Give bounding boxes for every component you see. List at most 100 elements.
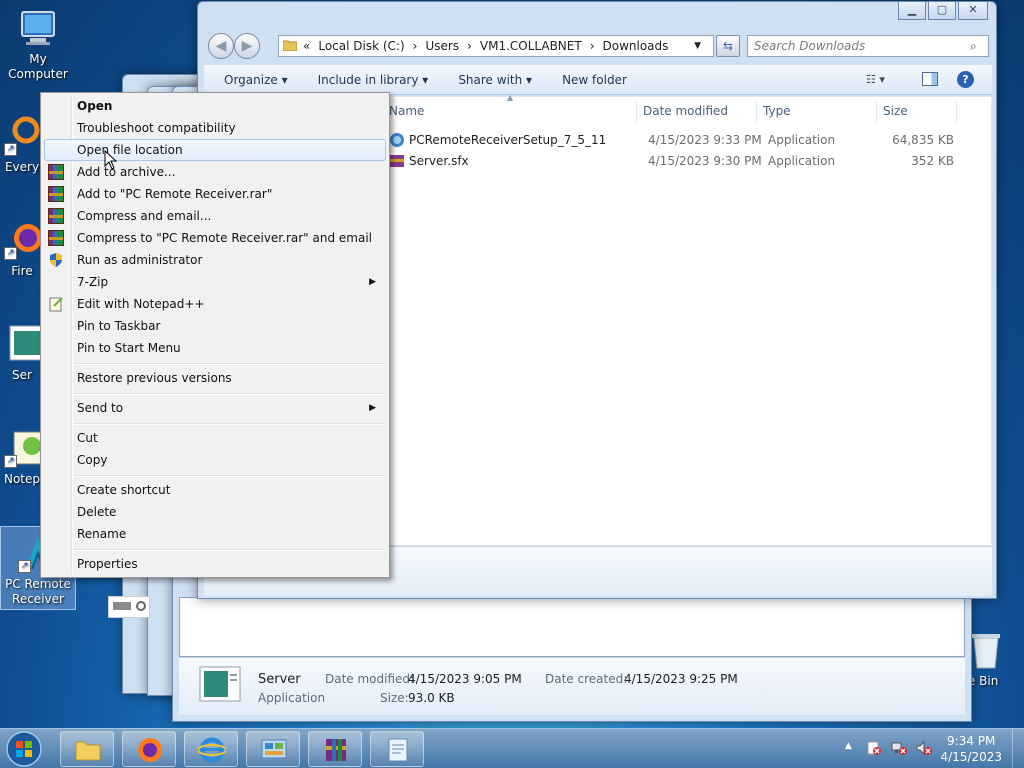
menu-item-label: Copy <box>77 453 108 467</box>
help-icon[interactable]: ? <box>957 71 974 88</box>
close-button[interactable]: ✕ <box>958 2 988 20</box>
desktop-icon-everything[interactable]: ↗ Every <box>0 116 44 175</box>
show-desktop-button[interactable] <box>1012 729 1024 768</box>
search-input[interactable]: Search Downloads <box>747 35 989 57</box>
share-with-button[interactable]: Share with ▾ <box>458 73 532 87</box>
file-row[interactable]: PCRemoteReceiverSetup_7_5_11 4/15/2023 9… <box>389 129 954 150</box>
column-header-date[interactable]: Date modified <box>637 100 757 122</box>
minimize-button[interactable]: ▁ <box>898 2 926 20</box>
volume-muted-icon[interactable] <box>916 740 932 759</box>
command-bar: Organize ▾ Include in library ▾ Share wi… <box>204 65 992 95</box>
tray-show-hidden-icons[interactable]: ▲ <box>845 741 852 751</box>
back-button[interactable]: ◀ <box>208 33 234 59</box>
menu-item-label: Open <box>77 99 113 113</box>
menu-item-label: Add to archive... <box>77 165 176 179</box>
folder-icon <box>74 736 102 764</box>
menu-item-label: Edit with Notepad++ <box>77 297 205 311</box>
computer-icon <box>18 8 58 48</box>
breadcrumb-local-disk[interactable]: Local Disk (C:) <box>318 39 404 53</box>
maximize-button[interactable]: ▢ <box>928 2 956 20</box>
search-icon[interactable]: ⌕ <box>970 39 977 54</box>
organize-button[interactable]: Organize ▾ <box>224 73 288 87</box>
column-header-size[interactable]: Size <box>877 100 957 122</box>
network-icon[interactable] <box>891 740 907 759</box>
menu-item-properties[interactable]: Properties <box>44 553 386 575</box>
breadcrumb-separator[interactable]: › <box>590 39 595 53</box>
menu-separator <box>74 363 384 365</box>
window-caption-buttons: ▁ ▢ ✕ <box>898 2 988 20</box>
menu-item-rename[interactable]: Rename <box>44 523 386 545</box>
menu-item-label: Add to "PC Remote Receiver.rar" <box>77 187 273 201</box>
taskbar-winrar-button[interactable] <box>308 731 362 767</box>
desktop-icon-firefox[interactable]: ↗ Fire <box>0 220 44 279</box>
action-center-icon[interactable] <box>866 740 882 759</box>
uac-shield-icon <box>48 252 64 268</box>
menu-item-label: Rename <box>77 527 127 541</box>
desktop-icon-server[interactable]: Ser <box>0 324 44 383</box>
menu-separator <box>74 423 384 425</box>
breadcrumb-separator[interactable]: › <box>413 39 418 53</box>
taskbar-clock[interactable]: 9:34 PM 4/15/2023 <box>940 733 1002 765</box>
taskbar-internet-explorer-button[interactable] <box>184 731 238 767</box>
menu-item-label: Send to <box>77 401 124 415</box>
menu-item-compress-to-rar-and-email[interactable]: Compress to "PC Remote Receiver.rar" and… <box>44 227 386 249</box>
winrar-icon <box>48 186 64 202</box>
breadcrumb-overflow[interactable]: « <box>303 39 310 53</box>
menu-item-add-to-archive[interactable]: Add to archive... <box>44 161 386 183</box>
details-date-modified-label: Date modified: <box>325 672 415 686</box>
breadcrumb-separator[interactable]: › <box>467 39 472 53</box>
menu-item-7-zip[interactable]: 7-Zip ▶ <box>44 271 386 293</box>
menu-item-label: Cut <box>77 431 98 445</box>
menu-item-add-to-rar[interactable]: Add to "PC Remote Receiver.rar" <box>44 183 386 205</box>
clock-date: 4/15/2023 <box>940 750 1002 764</box>
breadcrumb-downloads[interactable]: Downloads <box>603 39 669 53</box>
notepad-plus-plus-icon <box>48 296 64 312</box>
menu-item-cut[interactable]: Cut <box>44 427 386 449</box>
menu-item-pin-to-taskbar[interactable]: Pin to Taskbar <box>44 315 386 337</box>
menu-item-label: Troubleshoot compatibility <box>77 121 236 135</box>
preview-pane-icon[interactable] <box>922 72 938 86</box>
notepad-plus-plus-icon: ↗ <box>4 428 44 468</box>
view-options-icon[interactable]: ☷ ▾ <box>866 73 885 86</box>
desktop-icon-notepad[interactable]: ↗ Notep <box>0 428 44 487</box>
forward-button[interactable]: ▶ <box>234 33 260 59</box>
menu-item-label: Compress to "PC Remote Receiver.rar" and… <box>77 231 372 245</box>
menu-item-send-to[interactable]: Send to ▶ <box>44 397 386 419</box>
menu-item-create-shortcut[interactable]: Create shortcut <box>44 479 386 501</box>
new-folder-button[interactable]: New folder <box>562 73 627 87</box>
desktop-icon-my-computer[interactable]: My Computer <box>0 8 76 82</box>
details-date-created-label: Date created: <box>545 672 628 686</box>
breadcrumb-users[interactable]: Users <box>425 39 459 53</box>
taskbar-control-panel-button[interactable] <box>246 731 300 767</box>
application-icon <box>199 666 241 702</box>
folder-icon <box>282 39 298 54</box>
menu-item-restore-previous-versions[interactable]: Restore previous versions <box>44 367 386 389</box>
menu-item-compress-and-email[interactable]: Compress and email... <box>44 205 386 227</box>
start-button[interactable] <box>4 730 44 768</box>
internet-explorer-icon <box>197 736 227 764</box>
menu-item-open[interactable]: Open <box>44 95 386 117</box>
menu-item-label: Run as administrator <box>77 253 203 267</box>
file-name: PCRemoteReceiverSetup_7_5_11 <box>409 132 607 147</box>
shortcut-arrow-icon: ↗ <box>4 143 17 156</box>
menu-item-delete[interactable]: Delete <box>44 501 386 523</box>
menu-item-label: Create shortcut <box>77 483 171 497</box>
file-row[interactable]: Server.sfx 4/15/2023 9:30 PM Application… <box>389 150 954 171</box>
include-in-library-button[interactable]: Include in library ▾ <box>318 73 429 87</box>
menu-item-edit-with-notepad[interactable]: Edit with Notepad++ <box>44 293 386 315</box>
breadcrumb-vm1-collabnet[interactable]: VM1.COLLABNET <box>480 39 582 53</box>
details-pane: Server Application Date modified: 4/15/2… <box>179 657 965 715</box>
menu-item-open-file-location[interactable]: Open file location <box>44 139 386 161</box>
submenu-arrow-icon: ▶ <box>369 403 376 413</box>
menu-item-run-as-administrator[interactable]: Run as administrator <box>44 249 386 271</box>
taskbar-firefox-button[interactable] <box>122 731 176 767</box>
column-header-type[interactable]: Type <box>757 100 877 122</box>
taskbar-notepad-button[interactable] <box>370 731 424 767</box>
menu-item-pin-to-start-menu[interactable]: Pin to Start Menu <box>44 337 386 359</box>
taskbar-explorer-button[interactable] <box>60 731 114 767</box>
address-bar[interactable]: « Local Disk (C:) › Users › VM1.COLLABNE… <box>278 35 714 57</box>
address-dropdown-icon[interactable]: ▼ <box>694 41 701 51</box>
menu-item-troubleshoot-compatibility[interactable]: Troubleshoot compatibility <box>44 117 386 139</box>
refresh-button[interactable]: ⇆ <box>716 35 740 57</box>
menu-item-copy[interactable]: Copy <box>44 449 386 471</box>
